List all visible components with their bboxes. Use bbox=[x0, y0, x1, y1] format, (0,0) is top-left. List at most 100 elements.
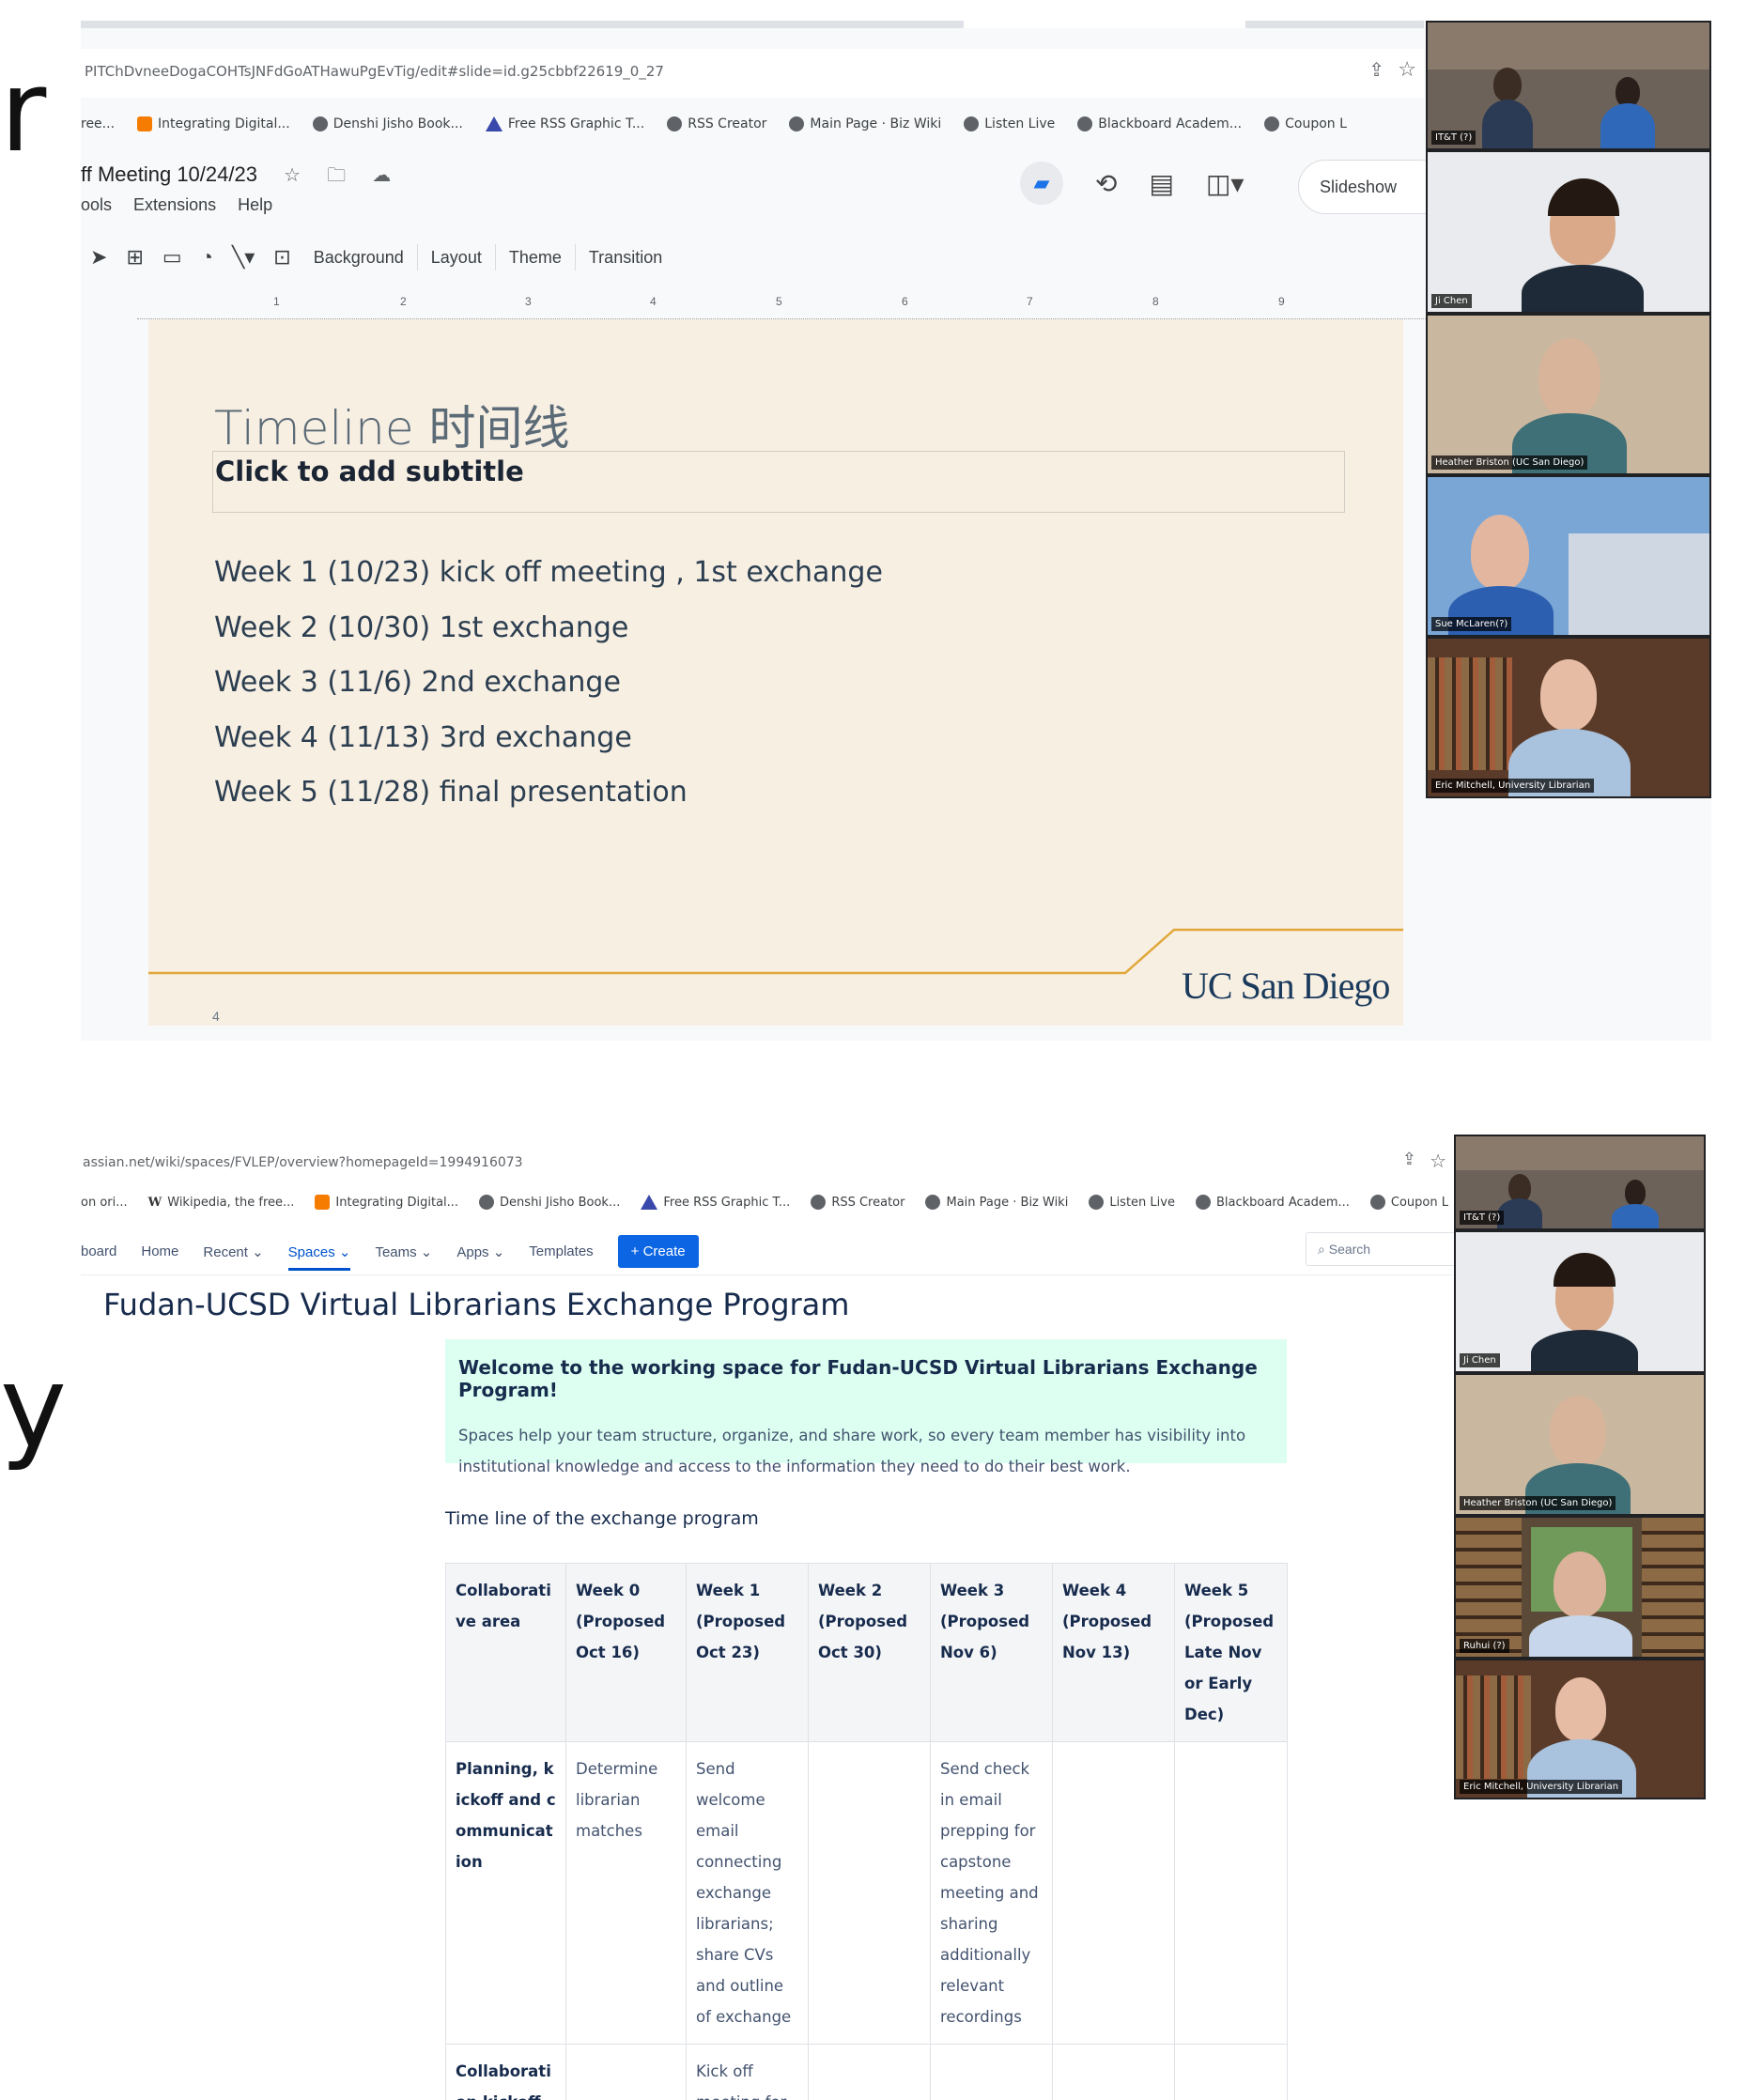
select-cursor-icon[interactable]: ➤ bbox=[90, 245, 107, 270]
video-tile[interactable]: Ji Chen bbox=[1426, 150, 1711, 314]
bookmark-item[interactable]: Free RSS Graphic T... bbox=[485, 116, 644, 131]
slide-text-fragment-bottom: y bbox=[0, 1343, 68, 1474]
nav-spaces[interactable]: Spaces ⌄ bbox=[287, 1243, 351, 1271]
bookmark-item[interactable]: Free RSS Graphic T... bbox=[641, 1195, 790, 1210]
slide-text-fragment-top: r bbox=[0, 47, 47, 178]
bookmark-star-icon[interactable]: ☆ bbox=[1398, 58, 1416, 82]
share-icon[interactable]: ⇪ bbox=[1368, 58, 1384, 81]
bookmark-item[interactable]: Main Page · Biz Wiki bbox=[789, 116, 941, 131]
ruler-mark: 2 bbox=[400, 295, 407, 308]
comments-icon[interactable]: ▤ bbox=[1149, 168, 1173, 199]
triangle-logo-icon bbox=[641, 1195, 658, 1210]
bookmark-item[interactable]: Main Page · Biz Wiki bbox=[925, 1195, 1068, 1210]
video-tile[interactable]: Sue McLaren(?) bbox=[1426, 475, 1711, 637]
version-history-icon[interactable]: ⟲ bbox=[1095, 168, 1117, 199]
bookmark-item[interactable]: Integrating Digital... bbox=[315, 1195, 458, 1210]
layout-button[interactable]: Layout bbox=[416, 244, 495, 270]
document-title: ff Meeting 10/24/23 ☆ 🗀 ☁ bbox=[81, 162, 391, 193]
panel-heading: Welcome to the working space for Fudan-U… bbox=[458, 1356, 1258, 1401]
slide-number: 4 bbox=[212, 1009, 220, 1024]
address-bar[interactable]: PITChDvneeDogaCOHTsJNFdGoATHawuPgEvTig/e… bbox=[81, 49, 1424, 98]
line-icon[interactable]: ╲▾ bbox=[232, 245, 255, 270]
bookmark-item[interactable]: W Wikipedia, the free... bbox=[148, 1196, 295, 1210]
bookmark-item[interactable]: RSS Creator bbox=[667, 116, 766, 131]
participant-name: IT&T (?) bbox=[1431, 131, 1476, 145]
cloud-status-icon: ☁ bbox=[372, 165, 392, 186]
active-tab[interactable] bbox=[964, 21, 1245, 28]
table-cell: Planning, kickoff and communication bbox=[445, 1741, 566, 2045]
camera-dropdown-icon[interactable]: ◫▾ bbox=[1206, 168, 1245, 199]
video-tile[interactable]: Ruhui (?) bbox=[1454, 1516, 1706, 1659]
share-icon[interactable]: ⇪ bbox=[1402, 1150, 1416, 1169]
confluence-top-nav: board Home Recent ⌄ Spaces ⌄ Teams ⌄ App… bbox=[81, 1228, 1452, 1275]
participant-name: Ruhui (?) bbox=[1460, 1639, 1509, 1653]
meet-icon[interactable]: ▰ bbox=[1020, 162, 1063, 205]
nav-teams[interactable]: Teams ⌄ bbox=[375, 1243, 432, 1260]
background-button[interactable]: Background bbox=[301, 244, 417, 270]
bookmark-item[interactable]: RSS Creator bbox=[811, 1195, 904, 1210]
bookmark-item[interactable]: Integrating Digital... bbox=[137, 116, 290, 131]
star-icon[interactable]: ☆ bbox=[284, 165, 301, 186]
document-title-text[interactable]: ff Meeting 10/24/23 bbox=[81, 162, 257, 186]
timeline-heading: Time line of the exchange program bbox=[445, 1508, 759, 1529]
triangle-logo-icon bbox=[485, 116, 502, 131]
bookmark-item[interactable]: Denshi Jisho Book... bbox=[479, 1195, 620, 1210]
subtitle-placeholder[interactable]: Click to add subtitle bbox=[212, 451, 1345, 513]
video-tile-room[interactable]: IT&T (?) bbox=[1426, 21, 1711, 150]
shape-icon[interactable]: ◔ bbox=[201, 245, 213, 270]
slide-title[interactable]: Timeline 时间线 bbox=[214, 391, 570, 458]
bookmark-item[interactable]: Blackboard Academ... bbox=[1077, 116, 1242, 131]
text-box-icon[interactable]: ⊞ bbox=[126, 245, 143, 270]
create-button[interactable]: + Create bbox=[617, 1235, 699, 1268]
participant-body bbox=[1522, 265, 1644, 312]
participant-name: Eric Mitchell, University Librarian bbox=[1431, 779, 1595, 793]
bookmark-item[interactable]: Blackboard Academ... bbox=[1195, 1195, 1350, 1210]
table-cell bbox=[565, 2044, 687, 2100]
table-cell bbox=[1174, 2044, 1288, 2100]
address-bar[interactable]: assian.net/wiki/spaces/FVLEP/overview?ho… bbox=[81, 1142, 1452, 1183]
participant-body bbox=[1482, 100, 1533, 148]
bookmark-item[interactable]: Coupon L bbox=[1369, 1195, 1448, 1210]
table-cell: Determine librarian matches bbox=[565, 1741, 687, 2045]
participant-body bbox=[1531, 1330, 1638, 1371]
participant-hair bbox=[1554, 1253, 1616, 1287]
comment-add-icon[interactable]: ⊡ bbox=[273, 245, 290, 270]
video-tile[interactable]: Heather Briston (UC San Diego) bbox=[1454, 1373, 1706, 1516]
image-icon[interactable]: ▭ bbox=[162, 245, 182, 270]
theme-button[interactable]: Theme bbox=[494, 244, 575, 270]
bookmark-item[interactable]: Listen Live bbox=[1089, 1195, 1175, 1210]
bookmark-lead[interactable]: ree... bbox=[81, 116, 115, 131]
move-folder-icon[interactable]: 🗀 bbox=[327, 165, 346, 186]
slide-canvas[interactable]: Timeline 时间线 Click to add subtitle Week … bbox=[148, 319, 1403, 1026]
table-header: Week 0 (Proposed Oct 16) bbox=[565, 1563, 687, 1742]
transition-button[interactable]: Transition bbox=[574, 244, 675, 270]
nav-apps[interactable]: Apps ⌄ bbox=[456, 1243, 504, 1260]
table-header: Week 3 (Proposed Nov 6) bbox=[930, 1563, 1053, 1742]
globe-icon bbox=[1369, 1195, 1385, 1210]
bookmark-item[interactable]: Coupon L bbox=[1264, 116, 1347, 131]
nav-dashboard[interactable]: board bbox=[81, 1243, 116, 1259]
ruler-mark: 5 bbox=[776, 295, 782, 308]
nav-templates[interactable]: Templates bbox=[529, 1243, 593, 1259]
bookmark-star-icon[interactable]: ☆ bbox=[1430, 1150, 1446, 1172]
nav-recent[interactable]: Recent ⌄ bbox=[203, 1243, 263, 1260]
video-tile[interactable]: Eric Mitchell, University Librarian bbox=[1454, 1659, 1706, 1799]
bookmark-item[interactable]: on ori... bbox=[81, 1196, 128, 1210]
globe-icon bbox=[789, 116, 805, 131]
menu-help[interactable]: Help bbox=[238, 195, 272, 214]
video-tile[interactable]: Eric Mitchell, University Librarian bbox=[1426, 637, 1711, 798]
bookmark-item[interactable]: Listen Live bbox=[964, 116, 1055, 131]
menu-tools[interactable]: ools bbox=[81, 195, 112, 214]
table-header: Week 1 (Proposed Oct 23) bbox=[686, 1563, 809, 1742]
video-tile[interactable]: Heather Briston (UC San Diego) bbox=[1426, 314, 1711, 475]
timeline-list[interactable]: Week 1 (10/23) kick off meeting , 1st ex… bbox=[214, 556, 883, 831]
ruler-mark: 8 bbox=[1152, 295, 1159, 308]
video-tile-room[interactable]: IT&T (?) bbox=[1454, 1135, 1706, 1230]
participant-head bbox=[1625, 1180, 1646, 1206]
globe-icon bbox=[1089, 1195, 1105, 1210]
bookmark-item[interactable]: Denshi Jisho Book... bbox=[312, 116, 463, 131]
search-input[interactable]: ⌕ Search bbox=[1306, 1232, 1456, 1266]
menu-extensions[interactable]: Extensions bbox=[133, 195, 216, 214]
video-tile[interactable]: Ji Chen bbox=[1454, 1230, 1706, 1373]
nav-home[interactable]: Home bbox=[141, 1243, 178, 1259]
